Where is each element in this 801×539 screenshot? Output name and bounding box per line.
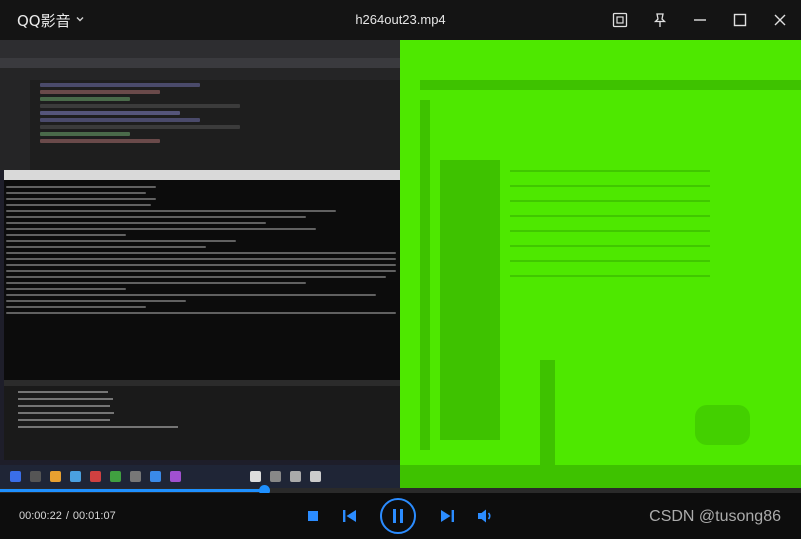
next-button[interactable] — [437, 506, 457, 526]
maximize-button[interactable] — [729, 8, 751, 32]
screenshot-button[interactable] — [609, 8, 631, 32]
minimize-button[interactable] — [689, 8, 711, 32]
video-output-region — [4, 380, 400, 460]
time-display: 00:00:22 / 00:01:07 — [19, 510, 116, 522]
close-button[interactable] — [769, 8, 791, 32]
control-bar: 00:00:22 / 00:01:07 CSDN @tusong86 — [0, 493, 801, 539]
pin-button[interactable] — [649, 8, 671, 32]
window-controls — [609, 8, 791, 32]
previous-button[interactable] — [340, 506, 360, 526]
pause-button[interactable] — [380, 498, 416, 534]
watermark: CSDN @tusong86 — [649, 508, 781, 525]
next-icon — [441, 510, 454, 522]
pause-icon — [393, 509, 403, 523]
video-ide-region — [0, 40, 400, 170]
maximize-icon — [733, 13, 747, 27]
close-icon — [774, 14, 786, 26]
current-time: 00:00:22 — [19, 510, 62, 522]
previous-icon — [343, 510, 356, 522]
minimize-icon — [694, 19, 706, 21]
pin-icon — [653, 13, 667, 27]
qq-player-window: QQ影音 h264out23.mp4 00:00:22 / 00:01:07 C… — [0, 0, 801, 539]
video-frame[interactable] — [0, 40, 801, 488]
volume-icon — [478, 509, 491, 523]
time-separator: / — [65, 510, 69, 522]
stop-icon — [308, 511, 318, 521]
volume-button[interactable] — [475, 506, 497, 526]
video-green-region — [400, 40, 801, 488]
seek-bar-fill — [0, 489, 265, 492]
video-desktop-region — [0, 40, 801, 488]
title-bar[interactable]: QQ影音 h264out23.mp4 — [0, 0, 801, 40]
total-time: 00:01:07 — [72, 510, 116, 522]
screenshot-icon — [612, 12, 628, 28]
stop-button[interactable] — [304, 507, 322, 525]
